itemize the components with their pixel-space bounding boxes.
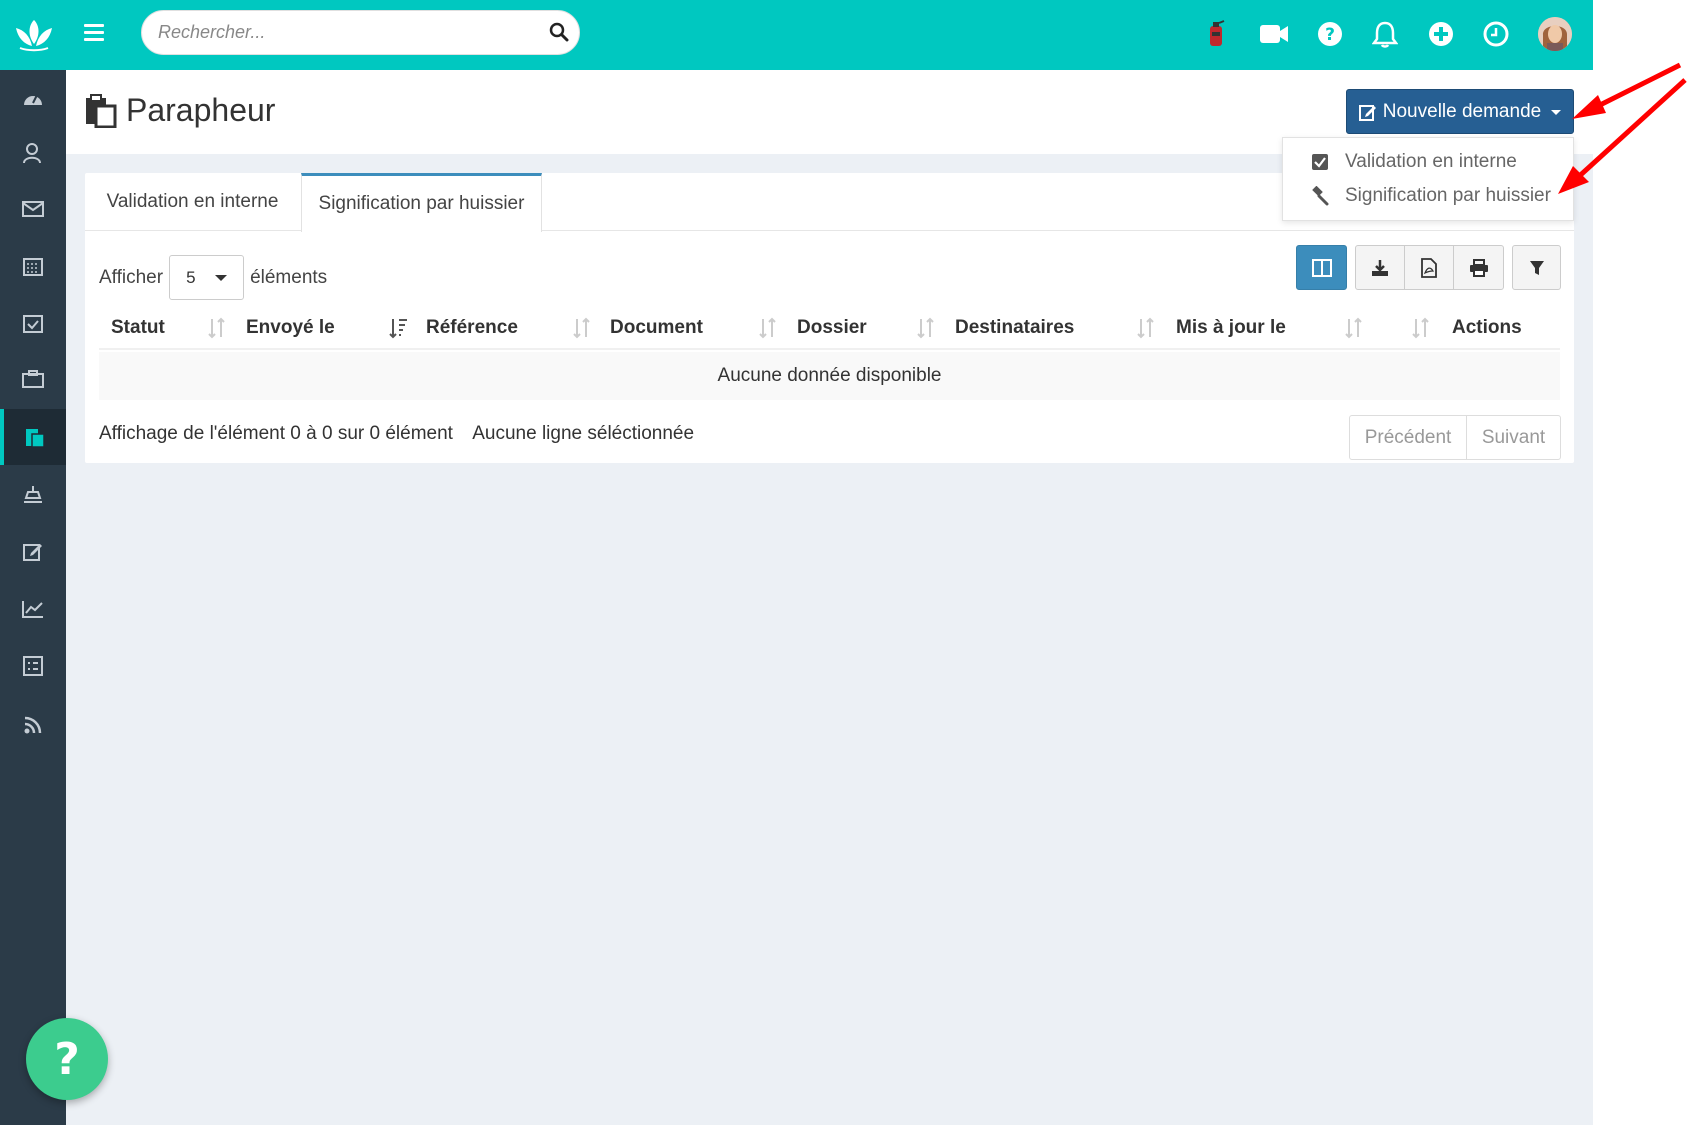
app-frame: ?: [0, 0, 1593, 1125]
sidebar-item-statistics[interactable]: [0, 581, 66, 637]
page-size-select[interactable]: 5: [169, 255, 245, 300]
sidebar-item-dashboard[interactable]: [0, 70, 66, 126]
print-icon: [1469, 258, 1488, 277]
edit-icon: [1358, 104, 1376, 121]
calendar-check-icon: [23, 315, 43, 333]
column-header-recipients[interactable]: Destinataires: [955, 305, 1074, 350]
bailiff-icon: [24, 486, 42, 503]
clock-icon[interactable]: [1481, 19, 1511, 49]
page-title: Parapheur: [126, 92, 276, 128]
dropdown-item-label: Signification par huissier: [1345, 185, 1551, 206]
new-request-dropdown: Validation en interne Signification par …: [1282, 137, 1574, 221]
edit-icon: [23, 544, 42, 561]
column-header-document[interactable]: Document: [610, 305, 703, 350]
help-fab-button[interactable]: ?: [26, 1018, 108, 1100]
sort-desc-icon[interactable]: [388, 317, 408, 339]
column-header-actions: Actions: [1452, 316, 1522, 338]
envelope-icon: [22, 201, 44, 217]
download-icon: [1372, 259, 1388, 276]
dropdown-item-internal-validation[interactable]: Validation en interne: [1283, 145, 1573, 179]
columns-icon: [1311, 258, 1332, 277]
clipboard-copy-icon: [26, 429, 45, 448]
new-request-label: Nouvelle demande: [1382, 100, 1542, 122]
calendar-icon: [23, 258, 43, 276]
page-size-control: Afficher 5 éléments: [99, 255, 327, 300]
print-button[interactable]: [1453, 245, 1504, 290]
table-info-count: Affichage de l'élément 0 à 0 sur 0 éléme…: [99, 423, 453, 444]
column-header-folder[interactable]: Dossier: [797, 305, 867, 350]
gavel-icon: [1309, 185, 1331, 207]
column-header-reference[interactable]: Référence: [426, 305, 518, 350]
bell-icon[interactable]: [1370, 19, 1400, 49]
tab-bailiff-service[interactable]: Signification par huissier: [301, 173, 542, 232]
svg-text:?: ?: [1325, 25, 1335, 45]
sidebar-item-feed[interactable]: [0, 697, 66, 753]
brand-logo-icon[interactable]: [14, 16, 54, 52]
column-header-status[interactable]: Statut: [111, 305, 165, 350]
plus-circle-icon[interactable]: [1426, 19, 1456, 49]
caret-down-icon: [215, 275, 228, 281]
sidebar-item-list[interactable]: [0, 638, 66, 694]
export-pdf-button[interactable]: [1404, 245, 1454, 290]
next-page-button[interactable]: Suivant: [1466, 415, 1561, 460]
rss-icon: [24, 716, 42, 734]
video-camera-icon[interactable]: [1259, 19, 1289, 49]
previous-page-button[interactable]: Précédent: [1349, 415, 1467, 460]
help-icon[interactable]: ?: [1315, 19, 1345, 49]
sidebar: [0, 70, 66, 1125]
parapheur-title-icon: [86, 94, 117, 128]
dropdown-item-label: Validation en interne: [1345, 151, 1517, 172]
briefcase-icon: [22, 370, 44, 388]
filter-icon: [1529, 260, 1544, 275]
search-input[interactable]: [158, 11, 538, 54]
contacts-icon: [23, 143, 41, 164]
sidebar-item-mail[interactable]: [0, 181, 66, 237]
sidebar-item-tasks[interactable]: [0, 295, 66, 351]
search-box: [141, 10, 580, 55]
column-header-sent-date[interactable]: Envoyé le: [246, 305, 335, 350]
top-navbar: ?: [0, 0, 1593, 70]
help-fab-label: ?: [54, 1033, 80, 1085]
new-request-button[interactable]: Nouvelle demande: [1346, 89, 1574, 134]
sort-icon[interactable]: [758, 317, 778, 339]
sort-icon[interactable]: [1344, 317, 1364, 339]
line-chart-icon: [22, 601, 43, 618]
table-header: Statut Envoyé le Référence Document Doss…: [99, 305, 1560, 350]
sidebar-item-edit[interactable]: [0, 523, 66, 579]
list-box-icon: [23, 656, 43, 676]
sort-icon[interactable]: [916, 317, 936, 339]
checkbox-icon: [1309, 151, 1331, 173]
show-suffix-label: éléments: [250, 266, 328, 288]
tab-internal-validation[interactable]: Validation en interne: [85, 173, 300, 231]
sort-icon[interactable]: [572, 317, 592, 339]
table-info: Affichage de l'élément 0 à 0 sur 0 éléme…: [99, 423, 694, 445]
sidebar-item-contacts[interactable]: [0, 125, 66, 181]
column-header-updated-date[interactable]: Mis à jour le: [1176, 305, 1286, 350]
user-avatar[interactable]: [1538, 17, 1572, 51]
sidebar-item-court[interactable]: [0, 466, 66, 522]
sort-icon[interactable]: [1136, 317, 1156, 339]
page-size-value: 5: [186, 267, 196, 287]
filter-button[interactable]: [1512, 245, 1561, 290]
sidebar-item-parapheur[interactable]: [0, 409, 66, 465]
export-csv-button[interactable]: [1355, 245, 1405, 290]
columns-toggle-button[interactable]: [1296, 245, 1347, 290]
sort-icon[interactable]: [1411, 317, 1431, 339]
sort-icon[interactable]: [207, 317, 227, 339]
search-icon[interactable]: [549, 22, 569, 42]
sidebar-item-cases[interactable]: [0, 351, 66, 407]
table-selection-info: Aucune ligne séléctionnée: [472, 423, 695, 444]
extinguisher-icon[interactable]: [1201, 19, 1231, 49]
sidebar-item-calendar[interactable]: [0, 238, 66, 294]
table-empty-row: Aucune donnée disponible: [99, 352, 1560, 400]
dashboard-icon: [24, 94, 42, 105]
pdf-file-icon: [1421, 257, 1437, 278]
dropdown-item-bailiff-service[interactable]: Signification par huissier: [1283, 179, 1573, 213]
menu-toggle-icon[interactable]: [84, 24, 104, 42]
show-prefix-label: Afficher: [99, 266, 164, 288]
caret-down-icon: [1551, 110, 1562, 115]
